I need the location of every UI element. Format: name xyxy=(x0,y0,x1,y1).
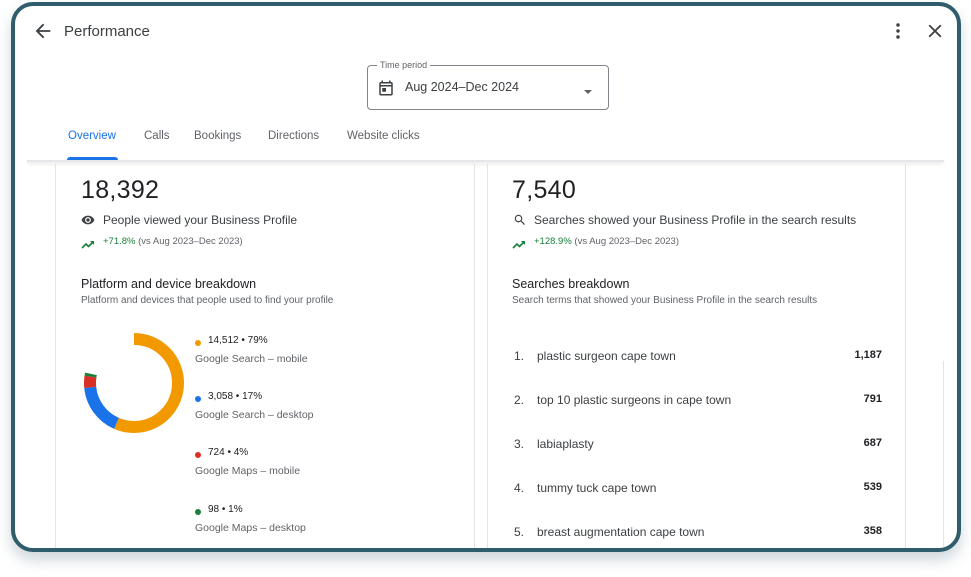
legend-item: 724 • 4% Google Maps – mobile xyxy=(195,446,365,486)
legend-swatch xyxy=(195,340,201,346)
more-vert-icon[interactable] xyxy=(887,20,909,42)
search-count: 791 xyxy=(863,393,882,405)
search-term: tummy tuck cape town xyxy=(537,481,657,495)
change-comparison: (vs Aug 2023–Dec 2023) xyxy=(574,236,679,247)
tab-website-clicks[interactable]: Website clicks xyxy=(347,130,420,142)
tab-bookings[interactable]: Bookings xyxy=(194,130,241,142)
legend-value: 98 • 1% xyxy=(208,504,243,515)
search-appearances-total: 7,540 xyxy=(512,176,577,204)
legend-value: 14,512 • 79% xyxy=(208,335,268,346)
profile-views-total: 18,392 xyxy=(81,176,160,204)
calendar-icon xyxy=(377,79,395,97)
time-period-value: Aug 2024–Dec 2024 xyxy=(405,80,519,94)
trending-up-icon xyxy=(512,236,526,249)
time-period-select[interactable]: Time period Aug 2024–Dec 2024 xyxy=(367,59,609,110)
searches-breakdown-title: Searches breakdown xyxy=(512,277,630,291)
search-appearances-change: +128.9% (vs Aug 2023–Dec 2023) xyxy=(534,236,679,247)
scroll-edge xyxy=(943,361,944,548)
search-rank: 4. xyxy=(514,481,525,495)
time-period-label: Time period xyxy=(377,59,431,71)
caret-down-icon xyxy=(582,84,594,94)
performance-dialog: Performance Time period Aug 2024–Dec 202… xyxy=(15,6,957,548)
tab-directions[interactable]: Directions xyxy=(268,130,319,142)
panel-border-right xyxy=(905,164,906,548)
legend-label: Google Maps – mobile xyxy=(195,465,301,477)
search-icon xyxy=(513,213,527,227)
legend-swatch xyxy=(195,396,201,402)
searches-breakdown-subtitle: Search terms that showed your Business P… xyxy=(512,295,818,306)
change-percent: +71.8% xyxy=(103,236,136,247)
legend-label: Google Maps – desktop xyxy=(195,522,306,534)
legend-item: 14,512 • 79% Google Search – mobile xyxy=(195,334,365,374)
change-percent: +128.9% xyxy=(534,236,572,247)
search-term: breast augmentation cape town xyxy=(537,525,705,539)
panel-border-middle xyxy=(474,164,475,548)
platform-breakdown-title: Platform and device breakdown xyxy=(81,277,257,291)
search-rank: 1. xyxy=(514,349,525,363)
legend-item: 3,058 • 17% Google Search – desktop xyxy=(195,390,365,430)
tab-overview[interactable]: Overview xyxy=(68,130,116,142)
header-divider xyxy=(27,160,944,162)
search-term-row: 4. tummy tuck cape town 539 xyxy=(514,481,882,501)
search-term-row: 3. labiaplasty 687 xyxy=(514,437,882,457)
eye-icon xyxy=(81,213,95,227)
search-term: plastic surgeon cape town xyxy=(537,349,676,363)
tab-calls[interactable]: Calls xyxy=(144,130,170,142)
search-term-row: 2. top 10 plastic surgeons in cape town 79… xyxy=(514,393,882,413)
legend-value: 3,058 • 17% xyxy=(208,391,263,402)
search-term: labiaplasty xyxy=(537,437,594,451)
platform-breakdown-subtitle: Platform and devices that people used to… xyxy=(81,295,334,306)
legend-swatch xyxy=(195,509,201,515)
profile-views-label: People viewed your Business Profile xyxy=(103,213,298,227)
legend-label: Google Search – desktop xyxy=(195,409,314,421)
arrow-back-icon[interactable] xyxy=(32,20,54,42)
close-icon[interactable] xyxy=(924,20,946,42)
platform-donut-chart xyxy=(84,333,184,433)
page-title: Performance xyxy=(64,23,150,40)
legend-item: 98 • 1% Google Maps – desktop xyxy=(195,503,365,543)
screenshot-frame: Performance Time period Aug 2024–Dec 202… xyxy=(11,2,961,552)
legend-swatch xyxy=(195,452,201,458)
search-count: 539 xyxy=(863,481,882,493)
search-appearances-label: Searches showed your Business Profile in… xyxy=(534,213,857,227)
legend-value: 724 • 4% xyxy=(208,447,249,458)
trending-up-icon xyxy=(81,236,95,249)
panel-border-left xyxy=(55,164,56,548)
search-rank: 3. xyxy=(514,437,525,451)
search-count: 358 xyxy=(863,525,882,537)
change-comparison: (vs Aug 2023–Dec 2023) xyxy=(138,236,243,247)
search-term: top 10 plastic surgeons in cape town xyxy=(537,393,732,407)
search-term-row: 5. breast augmentation cape town 358 xyxy=(514,525,882,545)
search-rank: 2. xyxy=(514,393,525,407)
profile-views-change: +71.8% (vs Aug 2023–Dec 2023) xyxy=(103,236,243,247)
panel-border-middle-2 xyxy=(487,164,488,548)
search-count: 1,187 xyxy=(854,349,882,361)
legend-label: Google Search – mobile xyxy=(195,353,308,365)
search-term-row: 1. plastic surgeon cape town 1,187 xyxy=(514,349,882,369)
search-count: 687 xyxy=(863,437,882,449)
search-rank: 5. xyxy=(514,525,525,539)
